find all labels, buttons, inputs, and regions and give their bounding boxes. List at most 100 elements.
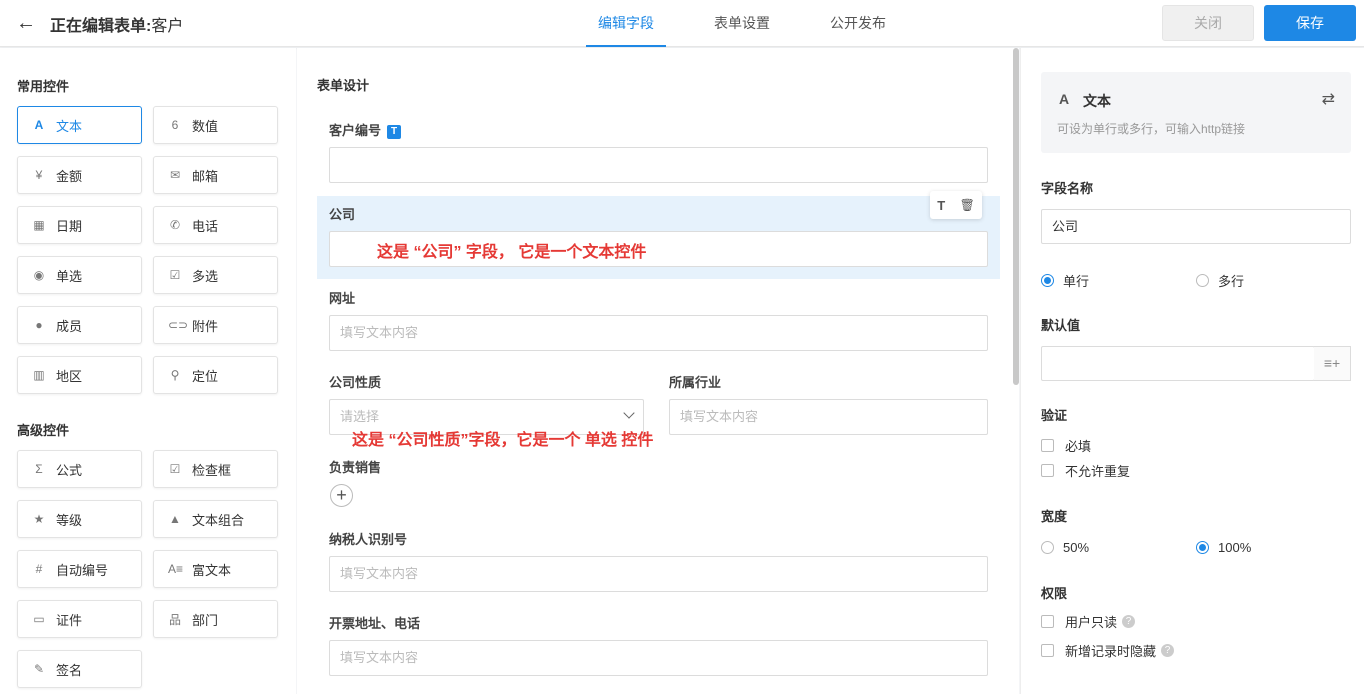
arrow-left-icon[interactable]: ← (14, 11, 38, 35)
close-button[interactable]: 关闭 (1162, 5, 1254, 41)
field-label-industry: 所属行业 (669, 375, 722, 390)
help-icon[interactable]: ? (1161, 644, 1175, 657)
control-id-card[interactable]: ▭ 证件 (17, 600, 142, 638)
pen-icon: ✎ (33, 662, 45, 676)
save-button[interactable]: 保存 (1264, 5, 1356, 41)
control-signature[interactable]: ✎ 签名 (17, 650, 142, 688)
calendar-icon: ▦ (33, 218, 45, 232)
org-chart-icon: 品 (168, 612, 181, 627)
control-amount[interactable]: ¥ 金额 (17, 156, 142, 194)
control-info-card: A 文本 可设为单行或多行，可输入http链接 ⇄ (1041, 72, 1351, 153)
page-title: 正在编辑表单:客户 (50, 12, 183, 36)
control-department[interactable]: 品部门 (153, 600, 278, 638)
yen-icon: ¥ (35, 168, 43, 182)
control-date[interactable]: ▦ 日期 (17, 206, 142, 244)
field-label-company-type: 公司性质 (329, 375, 382, 390)
website-input[interactable]: 填写文本内容 (329, 315, 988, 351)
swap-icon[interactable]: ⇄ (1322, 89, 1335, 109)
star-icon: ★ (33, 512, 45, 526)
common-controls-title: 常用控件 (17, 79, 70, 94)
checkbox-icon: ☑ (169, 268, 181, 282)
tab-bar: 编辑字段 表单设置 公开发布 (586, 0, 934, 47)
help-icon[interactable]: ? (1122, 615, 1136, 628)
industry-input[interactable]: 填写文本内容 (669, 399, 988, 435)
field-label-sales: 负责销售 (329, 460, 382, 475)
control-location[interactable]: ⚲ 定位 (153, 356, 278, 394)
field-label-company: 公司 (329, 207, 356, 222)
scrollbar[interactable] (1013, 48, 1019, 385)
control-email[interactable]: ✉ 邮箱 (153, 156, 278, 194)
text-format-icon[interactable]: T (937, 198, 945, 213)
checkbox-required[interactable]: 必填 (1041, 436, 1091, 455)
control-type-title: 文本 (1083, 93, 1111, 109)
text-icon: A (34, 118, 44, 132)
map-icon: ▥ (33, 368, 45, 382)
number-icon: 6 (171, 118, 179, 132)
tab-edit-fields[interactable]: 编辑字段 (586, 0, 666, 47)
title-prefix: 正在编辑表单: (50, 18, 152, 35)
mail-icon: ✉ (169, 168, 181, 182)
customer-no-input[interactable] (329, 147, 988, 183)
sigma-icon: Σ (35, 462, 43, 476)
radio-width-100[interactable]: 100% (1196, 540, 1251, 555)
checkbox-no-duplicate[interactable]: 不允许重复 (1041, 461, 1130, 480)
hash-icon: # (35, 562, 43, 576)
tax-id-input[interactable]: 填写文本内容 (329, 556, 988, 592)
add-member-icon[interactable]: + (330, 484, 353, 507)
width-label: 宽度 (1041, 509, 1068, 524)
control-checkbox[interactable]: ☑ 检查框 (153, 450, 278, 488)
phone-icon: ✆ (169, 218, 181, 232)
radio-width-50[interactable]: 50% (1041, 540, 1089, 555)
location-pin-icon: ⚲ (170, 368, 180, 382)
control-multi-select[interactable]: ☑ 多选 (153, 256, 278, 294)
tab-public-publish[interactable]: 公开发布 (818, 0, 898, 47)
control-attachment[interactable]: ⊂⊃ 附件 (153, 306, 278, 344)
default-value-label: 默认值 (1041, 318, 1081, 333)
validation-label: 验证 (1041, 408, 1068, 423)
tab-form-settings[interactable]: 表单设置 (702, 0, 782, 47)
trash-icon[interactable]: 🗑 (960, 198, 975, 212)
radio-multi-line[interactable]: 多行 (1196, 271, 1244, 290)
control-rating[interactable]: ★ 等级 (17, 500, 142, 538)
advanced-controls-title: 高级控件 (17, 423, 70, 438)
field-label-customer-no: 客户编号 T (329, 120, 402, 139)
paperclip-icon: ⊂⊃ (168, 318, 189, 332)
title-form-name: 客户 (151, 18, 184, 35)
radio-single-line[interactable]: 单行 (1041, 271, 1089, 290)
checkbox-hide-on-new[interactable]: 新增记录时隐藏? (1041, 641, 1175, 660)
control-type-desc: 可设为单行或多行，可输入http链接 (1057, 122, 1246, 136)
chevron-down-icon (623, 407, 635, 419)
invoice-input[interactable]: 填写文本内容 (329, 640, 988, 676)
permission-label: 权限 (1041, 586, 1068, 601)
default-value-input[interactable] (1041, 346, 1315, 381)
check-box-icon: ☑ (169, 462, 181, 476)
checkbox-user-readonly[interactable]: 用户只读? (1041, 612, 1136, 631)
control-phone[interactable]: ✆ 电话 (153, 206, 278, 244)
field-tools: T 🗑 (930, 191, 982, 219)
field-label-tax-id: 纳税人识别号 (329, 532, 408, 547)
top-header: ← 正在编辑表单:客户 编辑字段 表单设置 公开发布 关闭 保存 (0, 0, 1364, 47)
control-text[interactable]: A 文本 (17, 106, 142, 144)
form-designer: 表单设计 (297, 48, 1019, 694)
control-formula[interactable]: Σ 公式 (17, 450, 142, 488)
field-name-label: 字段名称 (1041, 181, 1094, 196)
control-rich-text[interactable]: A≡ 富文本 (153, 550, 278, 588)
text-icon: A (1059, 91, 1070, 107)
insert-field-icon[interactable]: ≡+ (1314, 346, 1351, 381)
form-design-title: 表单设计 (317, 78, 370, 93)
control-region[interactable]: ▥ 地区 (17, 356, 142, 394)
rich-text-icon: A≡ (168, 562, 184, 576)
id-card-icon: ▭ (33, 612, 45, 626)
field-name-input[interactable]: 公司 (1041, 209, 1351, 244)
text-type-icon: T (387, 124, 402, 139)
control-auto-number[interactable]: # 自动编号 (17, 550, 142, 588)
annotation-company: 这是 “公司” 字段， 它是一个文本控件 (377, 244, 647, 261)
control-text-combo[interactable]: ▲ 文本组合 (153, 500, 278, 538)
field-label-website: 网址 (329, 291, 356, 306)
control-number[interactable]: 6 数值 (153, 106, 278, 144)
control-single-select[interactable]: ◉ 单选 (17, 256, 142, 294)
field-label-invoice: 开票地址、电话 (329, 616, 421, 631)
radio-icon: ◉ (33, 268, 45, 282)
control-member[interactable]: ● 成员 (17, 306, 142, 344)
annotation-company-type: 这是 “公司性质”字段，它是一个 单选 控件 (352, 432, 654, 449)
